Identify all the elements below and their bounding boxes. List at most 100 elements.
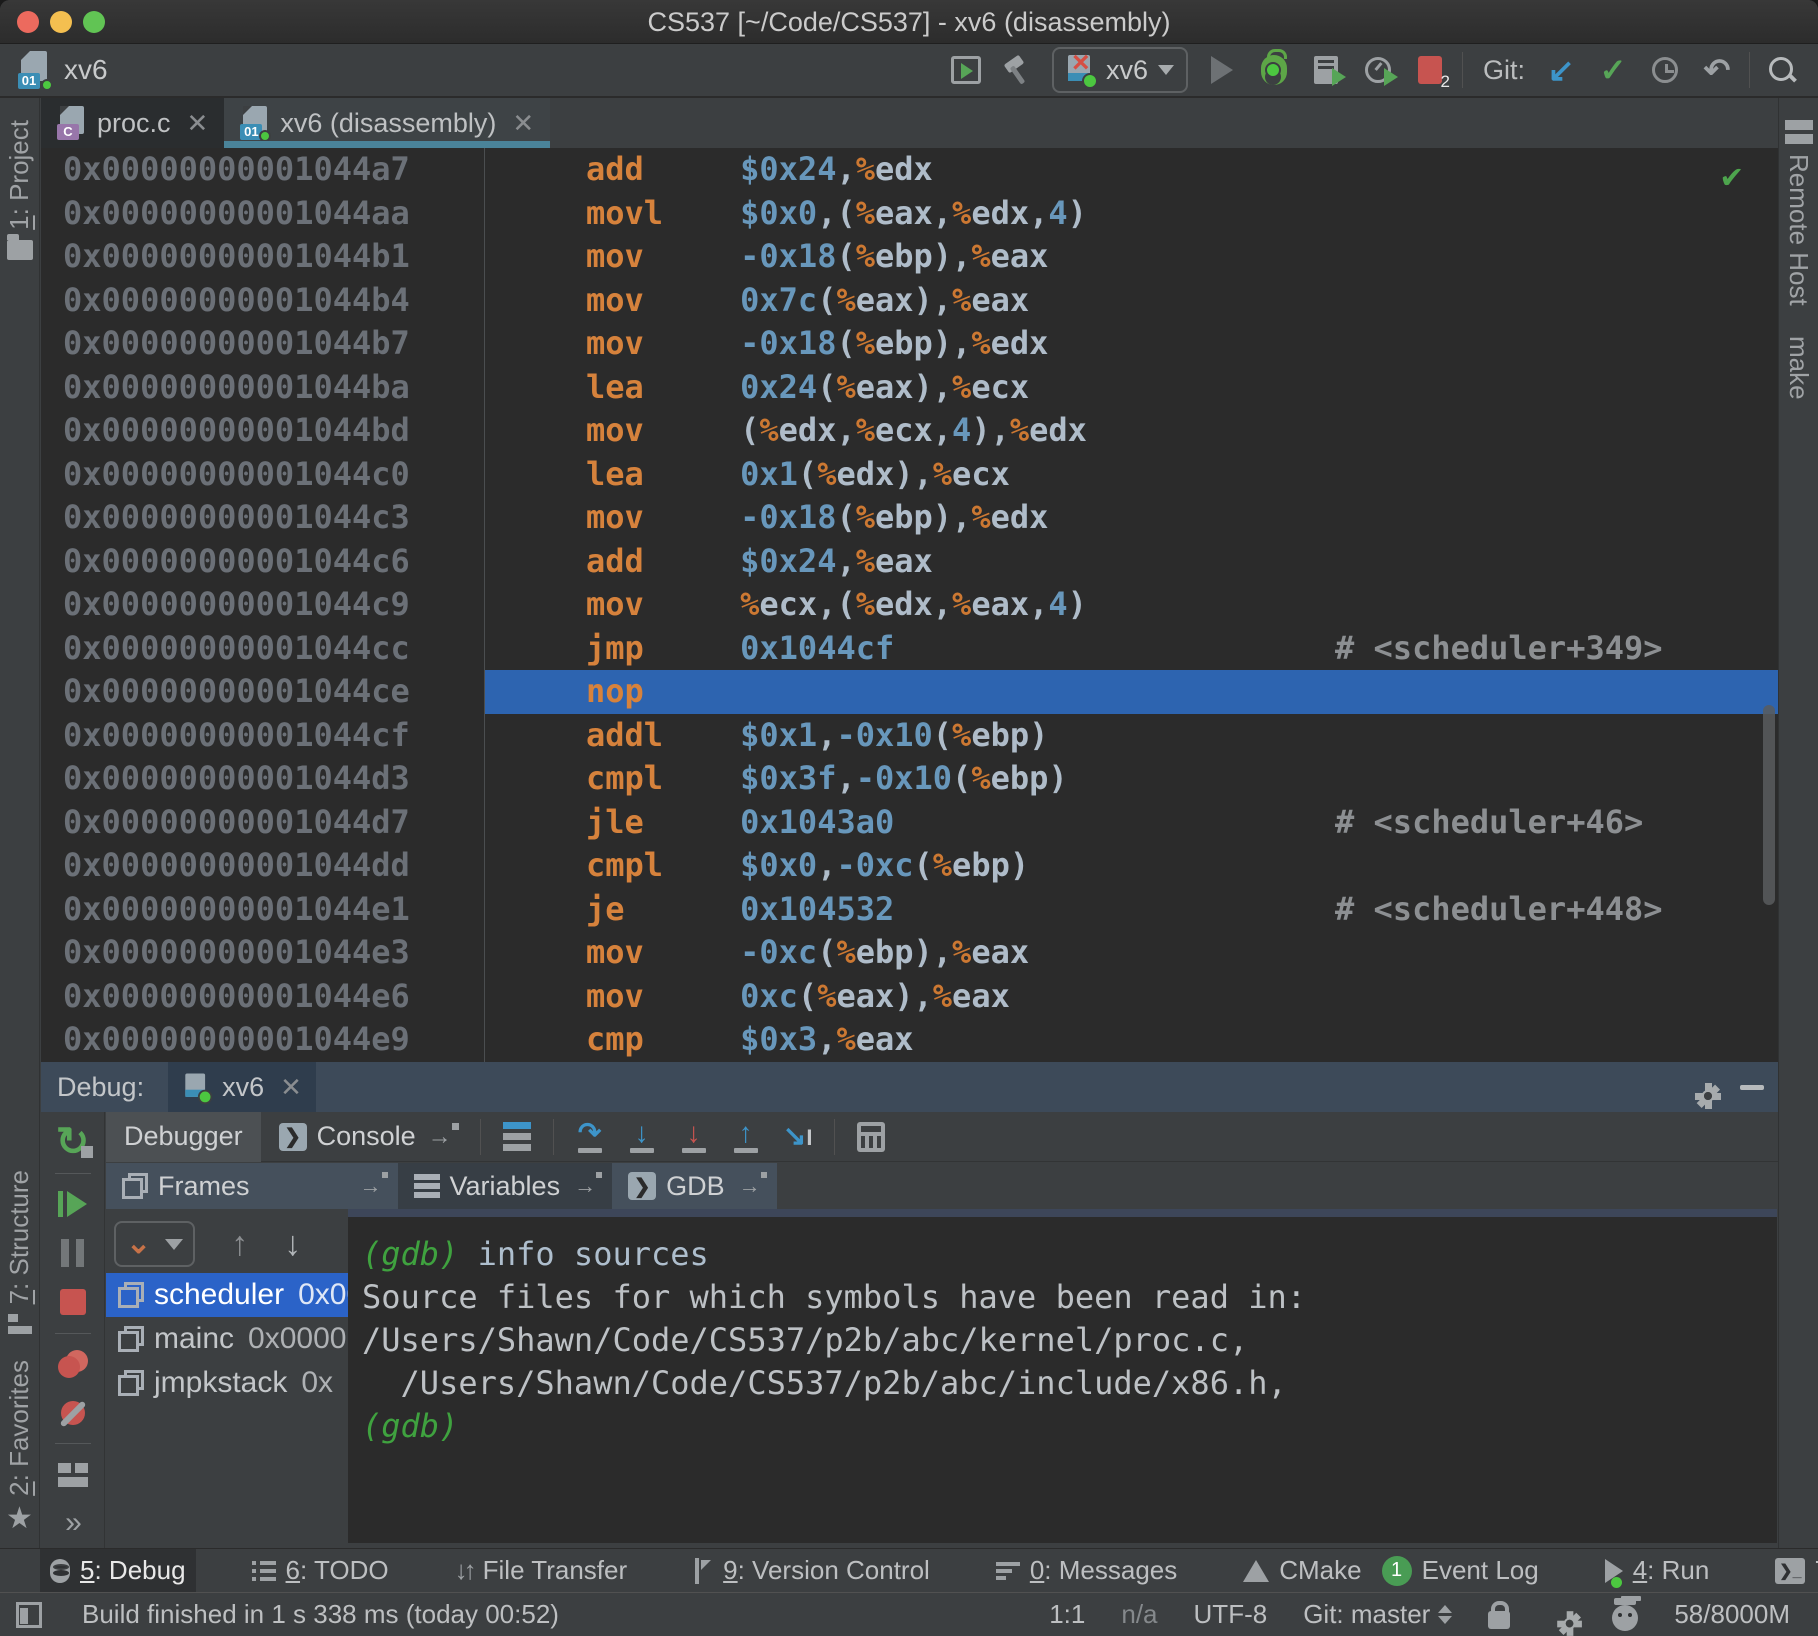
disassembly-row[interactable]: 0x00000000001044cfaddl$0x1,-0x10(%ebp) — [41, 714, 1778, 758]
thread-selector[interactable]: ⌄ — [114, 1221, 195, 1267]
step-into-button[interactable]: ↓ — [616, 1114, 668, 1160]
debug-session-tab[interactable]: xv6 ✕ — [168, 1062, 316, 1112]
sidebar-item-structure[interactable]: 7: Structure — [4, 1170, 35, 1334]
settings-gear-icon[interactable] — [1684, 1072, 1714, 1102]
more-actions-button[interactable]: » — [41, 1499, 104, 1548]
toolwindow-button-terminal[interactable]: ❯_Terminal — [1765, 1549, 1818, 1593]
previous-frame-button[interactable]: ↑ — [231, 1225, 248, 1264]
run-configuration-select[interactable]: × xv6 — [1052, 47, 1188, 93]
vcs-history-button[interactable] — [1639, 47, 1691, 93]
mute-breakpoints-button[interactable] — [41, 1388, 104, 1437]
gears-icon[interactable] — [1547, 1600, 1576, 1629]
close-icon[interactable]: ✕ — [187, 108, 209, 139]
caret-position[interactable]: 1:1 — [1049, 1599, 1085, 1630]
mnemonic: mov — [586, 931, 740, 975]
toolwindow-button-9-version-control[interactable]: 9: Version Control — [683, 1549, 940, 1593]
inspections-ok-icon[interactable]: ✔ — [1722, 156, 1742, 196]
toolwindow-button-0-messages[interactable]: 0: Messages — [986, 1549, 1187, 1593]
disassembly-row[interactable]: 0x00000000001044bdmov(%edx,%ecx,4),%edx — [41, 409, 1778, 453]
pause-button[interactable] — [41, 1229, 104, 1278]
gdb-console[interactable]: (gdb) info sourcesSource files for which… — [348, 1209, 1777, 1543]
run-to-cursor-button[interactable]: ↘I — [772, 1114, 824, 1160]
tab-variables[interactable]: Variables → — [398, 1163, 613, 1209]
rerun-button[interactable]: ↻ — [41, 1118, 104, 1167]
profiler-button[interactable] — [1352, 47, 1404, 93]
disassembly-row[interactable]: 0x00000000001044ddcmpl$0x0,-0xc(%ebp) — [41, 844, 1778, 888]
editor-scrollbar[interactable] — [1763, 705, 1775, 905]
disassembly-row[interactable]: 0x00000000001044c0lea0x1(%edx),%ecx — [41, 453, 1778, 497]
tab-gdb[interactable]: ❯ GDB → — [612, 1163, 777, 1209]
toolwindow-button-5-debug[interactable]: 5: Debug — [40, 1549, 196, 1593]
vcs-rollback-button[interactable]: ↶ — [1691, 47, 1743, 93]
frame-item-scheduler[interactable]: scheduler0x0000000000 — [106, 1273, 348, 1317]
disassembly-row[interactable]: 0x00000000001044aamovl$0x0,(%eax,%edx,4) — [41, 192, 1778, 236]
run-in-console-button[interactable] — [940, 47, 992, 93]
toolwindow-button-label: 5: Debug — [80, 1555, 186, 1586]
search-everywhere-button[interactable] — [1756, 47, 1808, 93]
sidebar-item-remote-host[interactable]: Remote Host — [1783, 120, 1814, 306]
line-separator[interactable]: n/a — [1121, 1599, 1157, 1630]
frame-item-jmpkstack[interactable]: jmpkstack0x — [106, 1361, 348, 1405]
close-icon[interactable]: ✕ — [512, 108, 534, 139]
disassembly-row[interactable]: 0x00000000001044c9mov%ecx,(%edx,%eax,4) — [41, 583, 1778, 627]
file-encoding[interactable]: UTF-8 — [1194, 1599, 1268, 1630]
resume-button[interactable] — [41, 1180, 104, 1229]
sidebar-item-project[interactable]: 1: Project — [4, 120, 35, 260]
project-widget[interactable]: 01 xv6 — [18, 51, 108, 89]
hide-toolwindow-icon[interactable] — [1740, 1085, 1764, 1090]
disassembly-editor[interactable]: 0x00000000001044a7add$0x24,%edx0x0000000… — [41, 148, 1778, 1062]
tab-console[interactable]: ❯ Console → — [261, 1112, 470, 1162]
build-button[interactable] — [992, 47, 1044, 93]
inspector-profile-icon[interactable] — [1612, 1605, 1638, 1631]
memory-indicator[interactable]: 58/8000M — [1674, 1599, 1790, 1630]
disassembly-row[interactable]: 0x00000000001044e3mov-0xc(%ebp),%eax — [41, 931, 1778, 975]
tab-debugger[interactable]: Debugger — [106, 1112, 261, 1162]
git-branch-widget[interactable]: Git: master — [1303, 1599, 1452, 1630]
force-step-into-button[interactable]: ↓ — [668, 1114, 720, 1160]
disassembly-row[interactable]: 0x00000000001044ccjmp0x1044cf# <schedule… — [41, 627, 1778, 671]
step-out-button[interactable]: ↑ — [720, 1114, 772, 1160]
stop-process-button[interactable] — [41, 1278, 104, 1327]
restore-layout-button[interactable] — [41, 1450, 104, 1499]
disassembly-row[interactable]: 0x00000000001044a7add$0x24,%edx — [41, 148, 1778, 192]
sidebar-item-favorites[interactable]: 2: Favorites ★ — [4, 1360, 35, 1532]
vcs-commit-button[interactable]: ✓ — [1587, 47, 1639, 93]
disassembly-row-current[interactable]: 0x00000000001044cenop — [41, 670, 1778, 714]
evaluate-expression-button[interactable] — [845, 1114, 897, 1160]
toolwindow-button-event-log[interactable]: 1Event Log — [1372, 1549, 1549, 1593]
instruction-address: 0x00000000001044ba — [41, 366, 484, 410]
toolwindow-button-file-transfer[interactable]: ↓↑File Transfer — [445, 1549, 638, 1593]
toolwindow-button-6-todo[interactable]: 6: TODO — [242, 1549, 399, 1593]
editor-tab-xv6-disassembly-[interactable]: 01xv6 (disassembly)✕ — [224, 98, 550, 148]
disassembly-row[interactable]: 0x00000000001044e1je0x104532# <scheduler… — [41, 888, 1778, 932]
disassembly-row[interactable]: 0x00000000001044b4mov0x7c(%eax),%eax — [41, 279, 1778, 323]
disassembly-row[interactable]: 0x00000000001044d7jle0x1043a0# <schedule… — [41, 801, 1778, 845]
stop-button[interactable]: 2 — [1404, 47, 1456, 93]
lock-icon[interactable] — [1488, 1611, 1510, 1629]
view-breakpoints-button[interactable] — [41, 1339, 104, 1388]
sidebar-item-make[interactable]: make — [1783, 336, 1814, 400]
disassembly-row[interactable]: 0x00000000001044c6add$0x24,%eax — [41, 540, 1778, 584]
frame-item-mainc[interactable]: mainc0x0000 — [106, 1317, 348, 1361]
disassembly-row[interactable]: 0x00000000001044d3cmpl$0x3f,-0x10(%ebp) — [41, 757, 1778, 801]
disassembly-row[interactable]: 0x00000000001044balea0x24(%eax),%ecx — [41, 366, 1778, 410]
tab-frames[interactable]: Frames → — [106, 1163, 398, 1209]
step-over-button[interactable]: ↷ — [564, 1114, 616, 1160]
editor-tab-proc-c[interactable]: Cproc.c✕ — [41, 98, 224, 148]
vcs-update-button[interactable]: ↙ — [1535, 47, 1587, 93]
toolwindow-button-4-run[interactable]: 4: Run — [1595, 1549, 1720, 1593]
run-button[interactable] — [1196, 47, 1248, 93]
close-icon[interactable]: ✕ — [280, 1072, 302, 1103]
disassembly-row[interactable]: 0x00000000001044b1mov-0x18(%ebp),%eax — [41, 235, 1778, 279]
show-execution-point-button[interactable] — [491, 1114, 543, 1160]
disassembly-row[interactable]: 0x00000000001044c3mov-0x18(%ebp),%edx — [41, 496, 1778, 540]
disassembly-row[interactable]: 0x00000000001044b7mov-0x18(%ebp),%edx — [41, 322, 1778, 366]
toggle-stripes-icon[interactable] — [16, 1602, 42, 1628]
disassembly-row[interactable]: 0x00000000001044e6mov0xc(%eax),%eax — [41, 975, 1778, 1019]
coverage-button[interactable] — [1300, 47, 1352, 93]
debug-button[interactable] — [1248, 47, 1300, 93]
toolwindow-button-cmake[interactable]: CMake — [1233, 1549, 1371, 1593]
bug-icon — [1261, 55, 1287, 85]
disassembly-row[interactable]: 0x00000000001044e9cmp$0x3,%eax — [41, 1018, 1778, 1062]
next-frame-button[interactable]: ↓ — [284, 1225, 301, 1264]
